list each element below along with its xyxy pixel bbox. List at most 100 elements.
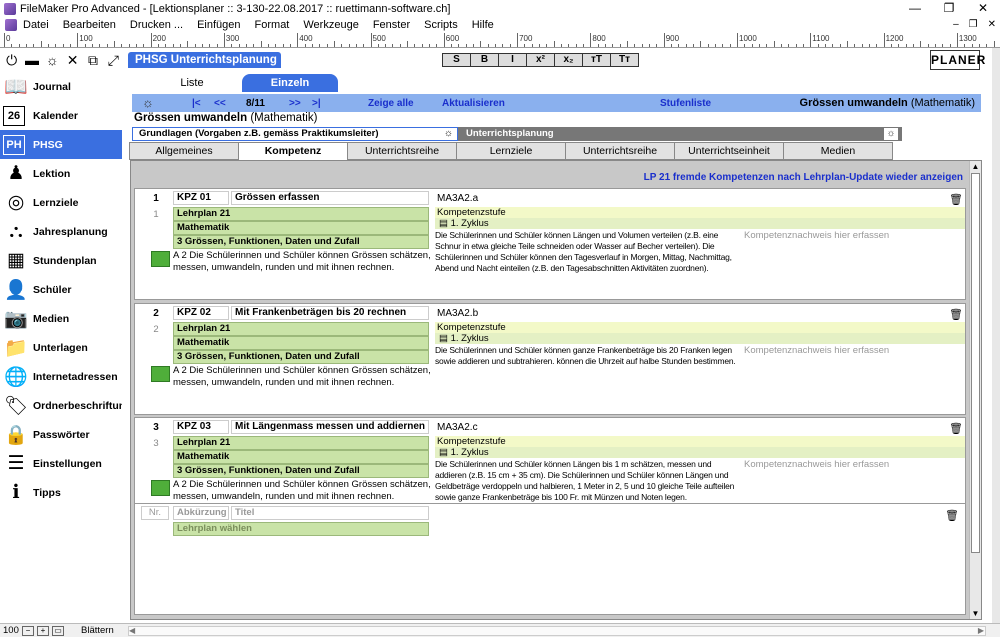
font-larger-button[interactable]: тT — [582, 53, 611, 67]
bereich-field[interactable]: 3 Grössen, Funktionen, Daten und Zufall — [173, 464, 429, 478]
zoom-level[interactable]: 100 — [0, 625, 22, 636]
scroll-right-icon[interactable]: ▶ — [978, 627, 984, 635]
new-title-field[interactable]: Titel — [231, 506, 429, 520]
lp21-link[interactable]: LP 21 fremde Kompetenzen nach Lehrplan-U… — [644, 172, 963, 183]
menu-datei[interactable]: Datei — [23, 19, 49, 31]
fach-field[interactable]: Mathematik — [173, 450, 429, 464]
sidebar-item-journal[interactable]: 📖 Journal — [0, 72, 122, 101]
scroll-left-icon[interactable]: ◀ — [129, 626, 135, 635]
horizontal-scrollbar[interactable]: ◀ ▶ — [128, 626, 986, 636]
fach-field[interactable]: Mathematik — [173, 336, 429, 350]
close-icon[interactable]: ✕ — [64, 51, 81, 69]
tab-unterrichtsplanung[interactable]: Unterrichtsplanung ☼ — [458, 127, 902, 141]
bold-format-button[interactable]: B — [470, 53, 499, 67]
zoom-out-icon[interactable]: − — [22, 625, 34, 636]
subtab-allgemeines[interactable]: Allgemeines — [129, 142, 239, 160]
subtab-unterrichtseinheit[interactable]: Unterrichtseinheit — [674, 142, 784, 160]
sidebar-item-tipps[interactable]: ℹ Tipps — [0, 478, 122, 507]
sidebar-item-passw-rter[interactable]: 🔒 Passwörter — [0, 420, 122, 449]
sidebar-item-jahresplanung[interactable]: ⛬ Jahresplanung — [0, 217, 122, 246]
subtab-medien[interactable]: Medien — [783, 142, 893, 160]
trash-icon[interactable]: 🗑 — [945, 509, 959, 522]
sidebar-item-ordnerbeschriftung[interactable]: 🏷 Ordnerbeschriftung — [0, 391, 132, 420]
sidebar-item-einstellungen[interactable]: ☰ Einstellungen — [0, 449, 122, 478]
lehrplan-field[interactable]: Lehrplan 21 — [173, 207, 429, 221]
maximize-button[interactable]: ❐ — [932, 0, 966, 17]
menu-hilfe[interactable]: Hilfe — [472, 19, 494, 31]
power-icon[interactable]: ⏻ — [3, 51, 20, 69]
doc-minimize-button[interactable]: – — [953, 17, 959, 33]
menu-werkzeuge[interactable]: Werkzeuge — [303, 19, 358, 31]
record-title[interactable]: Mit Längenmass messen und addiernen — [231, 420, 429, 434]
sidebar-item-kalender[interactable]: 26 Kalender — [0, 101, 122, 130]
lehrplan-field[interactable]: Lehrplan 21 — [173, 436, 429, 450]
scroll-up-icon[interactable]: ▲ — [970, 161, 981, 172]
first-record-button[interactable]: |< — [192, 98, 201, 109]
right-scroll-area[interactable] — [992, 48, 1000, 623]
scroll-down-icon[interactable]: ▼ — [970, 608, 981, 619]
bulb-icon[interactable]: ☼ — [444, 128, 453, 140]
trash-icon[interactable]: 🗑 — [949, 194, 963, 206]
record-abbreviation[interactable]: KPZ 02 — [173, 306, 229, 320]
minimize-button[interactable]: — — [898, 0, 932, 17]
tab-liste[interactable]: Liste — [174, 74, 210, 92]
bereich-field[interactable]: 3 Grössen, Funktionen, Daten und Zufall — [173, 235, 429, 249]
subtab-kompetenz[interactable]: Kompetenz — [238, 142, 348, 162]
sidebar-item-lernziele[interactable]: ◎ Lernziele — [0, 188, 122, 217]
font-smaller-button[interactable]: Tт — [610, 53, 639, 67]
kompetenznachweis-input[interactable]: Kompetenznachweis hier erfassen — [742, 230, 964, 296]
status-green-square[interactable] — [151, 366, 170, 382]
next-record-button[interactable]: >> — [289, 98, 301, 109]
sidebar-item-lektion[interactable]: ♟ Lektion — [0, 159, 122, 188]
subscript-button[interactable]: x₂ — [554, 53, 583, 67]
new-nr-field[interactable]: Nr. — [141, 506, 169, 520]
menu-drucken[interactable]: Drucken ... — [130, 19, 183, 31]
kompetenznachweis-input[interactable]: Kompetenznachweis hier erfassen — [742, 345, 964, 411]
record-abbreviation[interactable]: KPZ 03 — [173, 420, 229, 434]
bulb-icon[interactable]: ☼ — [44, 51, 61, 69]
tab-einzeln[interactable]: Einzeln — [242, 74, 338, 92]
subtab-unterrichtsreihe[interactable]: Unterrichtsreihe — [565, 142, 675, 160]
subtab-lernziele[interactable]: Lernziele — [456, 142, 566, 160]
record-abbreviation[interactable]: KPZ 01 — [173, 191, 229, 205]
fach-field[interactable]: Mathematik — [173, 221, 429, 235]
status-green-square[interactable] — [151, 480, 170, 496]
trash-icon[interactable]: 🗑 — [949, 423, 963, 435]
menu-format[interactable]: Format — [255, 19, 290, 31]
bereich-field[interactable]: 3 Grössen, Funktionen, Daten und Zufall — [173, 350, 429, 364]
doc-close-button[interactable]: ✕ — [988, 17, 996, 33]
trash-icon[interactable]: 🗑 — [949, 309, 963, 321]
menu-bearbeiten[interactable]: Bearbeiten — [63, 19, 116, 31]
windows-icon[interactable]: ⧉ — [84, 51, 101, 69]
refresh-button[interactable]: Aktualisieren — [442, 98, 505, 109]
lehrplan-field[interactable]: Lehrplan 21 — [173, 322, 429, 336]
expand-icon[interactable]: ⤢ — [105, 51, 122, 69]
sidebar-item-unterlagen[interactable]: 📁 Unterlagen — [0, 333, 122, 362]
sidebar-item-internetadressen[interactable]: 🌐 Internetadressen — [0, 362, 122, 391]
bulb-icon[interactable]: ☼ — [884, 128, 898, 140]
doc-restore-button[interactable]: ❐ — [969, 17, 978, 33]
menu-fenster[interactable]: Fenster — [373, 19, 410, 31]
record-title[interactable]: Mit Frankenbeträgen bis 20 rechnen — [231, 306, 429, 320]
close-window-button[interactable]: ✕ — [966, 0, 1000, 17]
show-all-button[interactable]: Zeige alle — [368, 98, 414, 109]
prev-record-button[interactable]: << — [214, 98, 226, 109]
record-title[interactable]: Grössen erfassen — [231, 191, 429, 205]
new-abbr-field[interactable]: Abkürzung — [173, 506, 229, 520]
status-toolbar-icon[interactable]: ▭ — [52, 625, 64, 636]
shadow-format-button[interactable]: S — [442, 53, 471, 67]
sidebar-item-sch-ler[interactable]: 👤 Schüler — [0, 275, 122, 304]
mode-indicator[interactable]: Blättern — [81, 625, 131, 636]
menu-scripts[interactable]: Scripts — [424, 19, 458, 31]
bulb-icon[interactable]: ☼ — [140, 95, 156, 111]
lehrplan-select[interactable]: Lehrplan wählen — [173, 522, 429, 536]
sidebar-item-stundenplan[interactable]: ▦ Stundenplan — [0, 246, 122, 275]
level-list-button[interactable]: Stufenliste — [660, 98, 711, 109]
flag-germany-icon[interactable]: ▬ — [23, 51, 40, 69]
italic-format-button[interactable]: I — [498, 53, 527, 67]
scroll-thumb[interactable] — [971, 173, 980, 553]
subtab-unterrichtsreihe[interactable]: Unterrichtsreihe — [347, 142, 457, 160]
vertical-scrollbar[interactable]: ▲ ▼ — [969, 161, 981, 619]
superscript-button[interactable]: x² — [526, 53, 555, 67]
sidebar-item-medien[interactable]: 📷 Medien — [0, 304, 122, 333]
